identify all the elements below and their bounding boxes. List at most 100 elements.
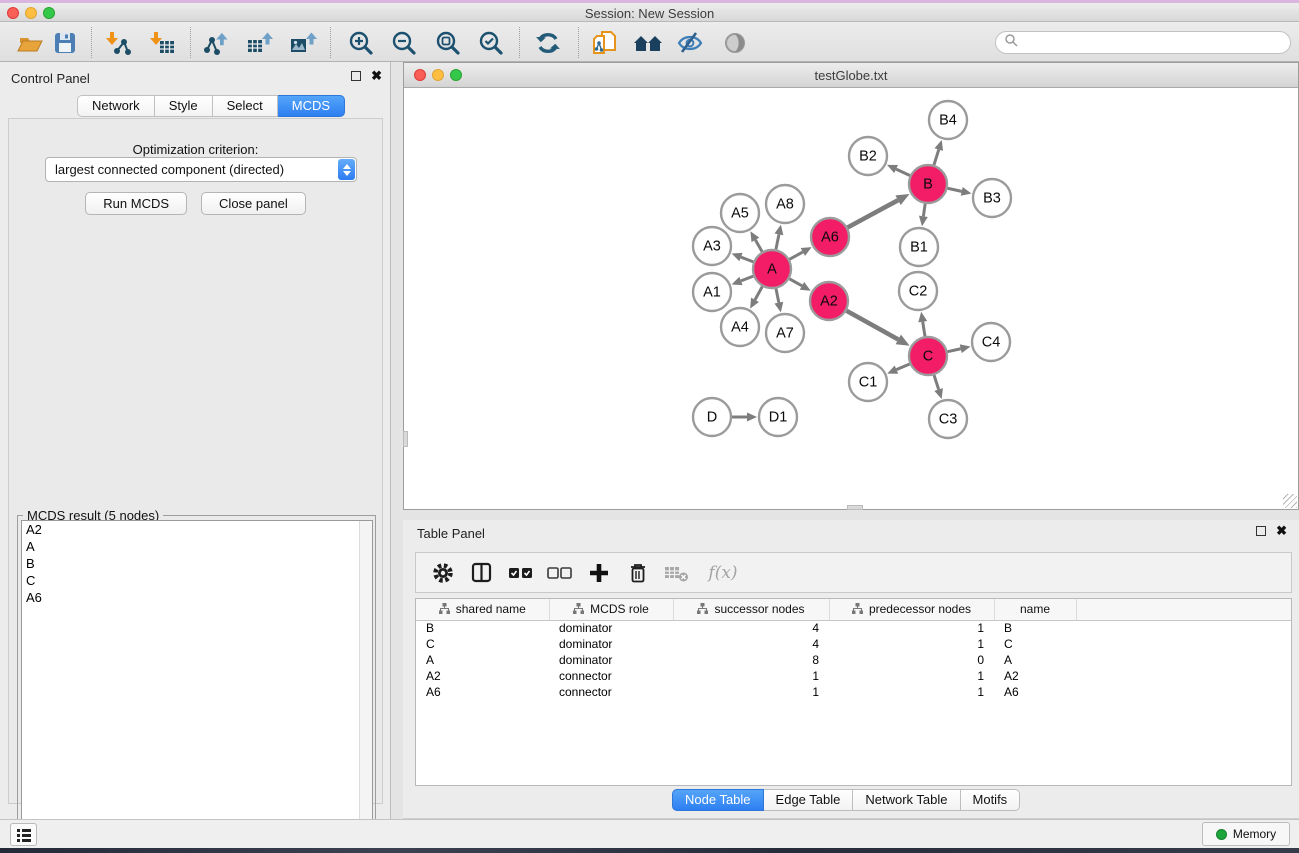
table-cell[interactable]: A [416, 652, 549, 668]
hide-labels-icon[interactable] [675, 29, 705, 57]
function-builder-icon[interactable]: f(x) [703, 560, 743, 586]
select-all-icon[interactable] [508, 560, 534, 586]
table-row[interactable]: Adominator80A [416, 652, 1291, 668]
export-network-icon[interactable] [202, 29, 232, 57]
network-graph[interactable]: B4B2BB3A5A8A6A3AB1A1C2A2A4A7C4CC1C3DD1 [404, 88, 1298, 509]
table-cell[interactable]: 1 [829, 636, 994, 652]
criterion-dropdown[interactable]: largest connected component (directed) [45, 157, 357, 182]
graph-edge[interactable] [790, 252, 803, 259]
table-cell[interactable]: C [994, 636, 1076, 652]
graph-edge[interactable] [846, 311, 898, 340]
network-titlebar[interactable]: testGlobe.txt [404, 63, 1298, 88]
table-cell[interactable]: B [416, 620, 549, 636]
tab-mcds[interactable]: MCDS [278, 95, 345, 117]
refresh-layout-icon[interactable] [533, 29, 563, 57]
graph-edge[interactable] [923, 204, 925, 217]
table-cell[interactable]: 0 [829, 652, 994, 668]
column-header[interactable]: MCDS role [549, 599, 673, 620]
column-header[interactable]: predecessor nodes [829, 599, 994, 620]
delete-table-icon[interactable] [664, 560, 690, 586]
first-neighbors-icon[interactable] [632, 29, 662, 57]
table-row[interactable]: Bdominator41B [416, 620, 1291, 636]
column-header[interactable]: name [994, 599, 1076, 620]
result-item[interactable]: A2 [22, 521, 372, 538]
network-vscroll-thumb[interactable] [403, 431, 408, 447]
table-cell[interactable]: connector [549, 668, 673, 684]
close-panel-button[interactable]: Close panel [201, 192, 306, 215]
float-table-panel-icon[interactable] [1256, 526, 1266, 536]
zoom-in-icon[interactable] [346, 29, 376, 57]
zoom-out-icon[interactable] [389, 29, 419, 57]
result-item[interactable]: C [22, 572, 372, 589]
create-column-plus-icon[interactable] [586, 560, 612, 586]
graph-edge[interactable] [948, 188, 962, 191]
column-header[interactable]: successor nodes [673, 599, 829, 620]
table-cell[interactable]: 8 [673, 652, 829, 668]
result-item[interactable]: B [22, 555, 372, 572]
graph-edge[interactable] [923, 322, 925, 337]
table-cell[interactable]: dominator [549, 620, 673, 636]
table-cell[interactable]: C [416, 636, 549, 652]
table-cell[interactable]: A2 [416, 668, 549, 684]
duplicate-network-icon[interactable] [590, 29, 620, 57]
graph-edge[interactable] [896, 364, 909, 370]
close-panel-icon[interactable]: ✖ [371, 71, 382, 81]
graph-edge[interactable] [896, 169, 910, 175]
delete-column-trash-icon[interactable] [625, 560, 651, 586]
table-cell[interactable]: B [994, 620, 1076, 636]
table-cell[interactable]: 1 [673, 684, 829, 700]
unselect-all-icon[interactable] [547, 560, 573, 586]
search-input[interactable] [1018, 36, 1268, 50]
tab-network[interactable]: Network [77, 95, 155, 117]
result-item[interactable]: A6 [22, 589, 372, 606]
memory-button[interactable]: Memory [1202, 822, 1290, 846]
graph-edge[interactable] [741, 257, 753, 262]
import-table-icon[interactable] [147, 29, 177, 57]
save-session-icon[interactable] [50, 29, 80, 57]
table-cell[interactable]: dominator [549, 636, 673, 652]
float-panel-icon[interactable] [351, 71, 361, 81]
network-hscroll-thumb[interactable] [847, 505, 863, 510]
graph-edge[interactable] [741, 276, 753, 281]
tab-motifs[interactable]: Motifs [961, 789, 1021, 811]
table-cell[interactable]: dominator [549, 652, 673, 668]
show-columns-icon[interactable] [469, 560, 495, 586]
mcds-result-list[interactable]: A2ABCA6 [21, 520, 373, 850]
export-image-icon[interactable] [288, 29, 318, 57]
task-history-button[interactable] [10, 823, 37, 846]
table-row[interactable]: A6connector11A6 [416, 684, 1291, 700]
table-row[interactable]: Cdominator41C [416, 636, 1291, 652]
graph-edge[interactable] [776, 234, 779, 249]
run-mcds-button[interactable]: Run MCDS [85, 192, 187, 215]
graph-edge[interactable] [755, 287, 762, 300]
tab-network-table[interactable]: Network Table [853, 789, 960, 811]
table-cell[interactable]: A [994, 652, 1076, 668]
tab-node-table[interactable]: Node Table [672, 789, 764, 811]
table-cell[interactable]: connector [549, 684, 673, 700]
export-table-icon[interactable] [245, 29, 275, 57]
graph-edge[interactable] [789, 279, 802, 286]
table-cell[interactable]: 1 [673, 668, 829, 684]
graph-edge[interactable] [848, 200, 899, 227]
table-cell[interactable]: 1 [829, 668, 994, 684]
open-session-icon[interactable] [15, 29, 45, 57]
tab-select[interactable]: Select [213, 95, 278, 117]
tab-edge-table[interactable]: Edge Table [764, 789, 854, 811]
search-field[interactable] [995, 31, 1291, 54]
close-table-panel-icon[interactable]: ✖ [1276, 526, 1287, 536]
graph-edge[interactable] [755, 240, 762, 252]
zoom-selected-icon[interactable] [476, 29, 506, 57]
graph-edge[interactable] [934, 150, 939, 165]
birdseye-icon[interactable] [720, 29, 750, 57]
zoom-fit-icon[interactable] [433, 29, 463, 57]
table-settings-gear-icon[interactable] [430, 560, 456, 586]
result-item[interactable]: A [22, 538, 372, 555]
table-cell[interactable]: A6 [416, 684, 549, 700]
table-cell[interactable]: A2 [994, 668, 1076, 684]
resize-grip-icon[interactable] [1283, 494, 1297, 508]
tab-style[interactable]: Style [155, 95, 213, 117]
table-cell[interactable]: 4 [673, 636, 829, 652]
table-row[interactable]: A2connector11A2 [416, 668, 1291, 684]
table-cell[interactable]: A6 [994, 684, 1076, 700]
graph-edge[interactable] [934, 375, 939, 389]
